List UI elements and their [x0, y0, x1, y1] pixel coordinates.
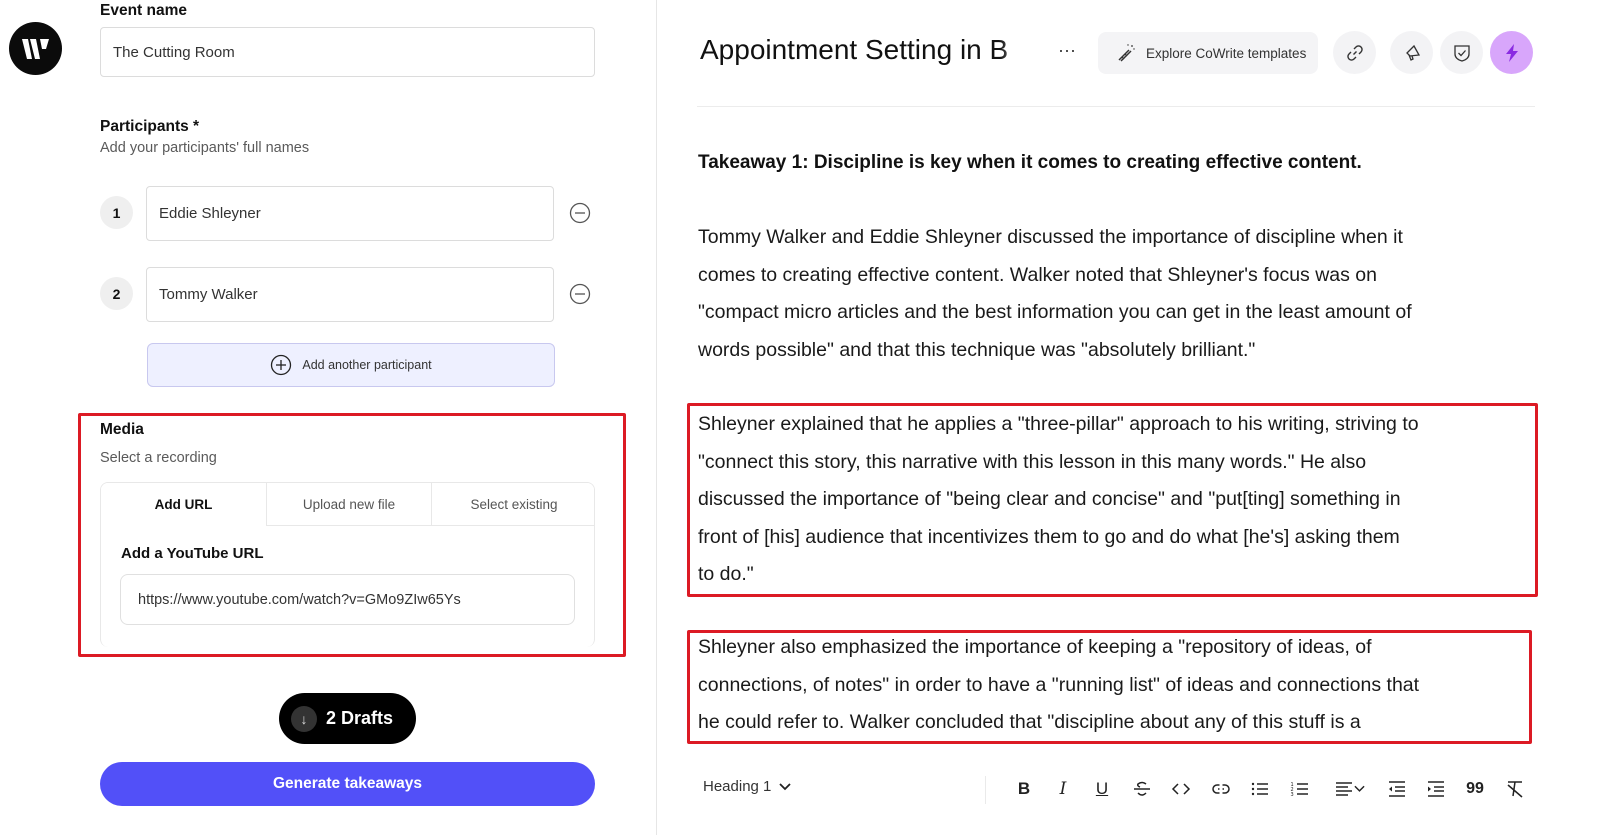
chevron-down-icon: [779, 782, 792, 790]
announce-button[interactable]: [1390, 31, 1433, 74]
link-icon: [1212, 784, 1230, 794]
code-icon: [1171, 783, 1191, 795]
lightning-bolt-icon: [1505, 43, 1518, 62]
event-name-input[interactable]: The Cutting Room: [100, 27, 595, 77]
blockquote-button[interactable]: 99: [1461, 776, 1489, 802]
arrow-down-icon: ↓: [291, 705, 317, 732]
underline-button[interactable]: U: [1088, 776, 1116, 802]
drafts-button[interactable]: ↓ 2 Drafts: [279, 693, 416, 744]
remove-participant-2-icon[interactable]: [569, 283, 591, 305]
paragraph-line: Tommy Walker and Eddie Shleyner discusse…: [698, 226, 1403, 248]
remove-participant-1-icon[interactable]: [569, 202, 591, 224]
chevron-down-icon: [1353, 785, 1365, 792]
event-form-panel: Event name The Cutting Room Participants…: [0, 0, 657, 835]
indent-icon: [1428, 781, 1444, 797]
numbered-list-button[interactable]: 1 2 3: [1286, 776, 1314, 802]
bullet-list-icon: [1251, 782, 1268, 796]
explore-templates-label: Explore CoWrite templates: [1146, 45, 1307, 61]
italic-button[interactable]: I: [1049, 776, 1077, 802]
svg-text:3: 3: [1291, 792, 1294, 798]
more-options-button[interactable]: ···: [1058, 40, 1076, 61]
outdent-button[interactable]: [1383, 776, 1411, 802]
numbered-list-icon: 1 2 3: [1291, 782, 1308, 798]
participant-name-input-2[interactable]: Tommy Walker: [146, 267, 554, 322]
paragraph-line: comes to creating effective content. Wal…: [698, 263, 1377, 286]
participants-label: Participants *: [100, 118, 200, 135]
bold-button[interactable]: B: [1010, 776, 1038, 802]
plagiarism-check-button[interactable]: [1440, 31, 1483, 74]
strikethrough-button[interactable]: [1128, 776, 1156, 802]
strikethrough-icon: [1134, 781, 1150, 796]
link-icon: [1346, 44, 1363, 61]
clear-format-icon: [1507, 781, 1523, 798]
block-type-value: Heading 1: [703, 778, 772, 795]
magic-wand-icon: [1118, 44, 1135, 62]
add-participant-button[interactable]: Add another participant: [147, 343, 555, 387]
link-button[interactable]: [1207, 776, 1235, 802]
participant-name-input-1[interactable]: Eddie Shleyner: [146, 186, 554, 241]
align-left-icon: [1335, 782, 1352, 796]
event-name-label: Event name: [100, 2, 188, 19]
bullet-list-button[interactable]: [1246, 776, 1274, 802]
code-button[interactable]: [1167, 776, 1195, 802]
participant-number-2: 2: [100, 277, 133, 310]
copy-link-button[interactable]: [1333, 31, 1376, 74]
paragraph-line: words possible" and that this technique …: [698, 338, 1256, 361]
generate-takeaways-button[interactable]: Generate takeaways: [100, 762, 595, 806]
indent-button[interactable]: [1422, 776, 1450, 802]
paragraph-3-highlight-box: [687, 630, 1532, 744]
text-align-select[interactable]: [1329, 776, 1369, 802]
outdent-icon: [1389, 781, 1405, 797]
add-participant-label: Add another participant: [302, 358, 432, 372]
document-title[interactable]: Appointment Setting in B: [700, 34, 1030, 66]
formatting-toolbar: Heading 1 B I U 1 2 3 99: [697, 770, 1542, 808]
clear-formatting-button[interactable]: [1501, 776, 1529, 802]
block-type-select[interactable]: Heading 1: [703, 778, 792, 795]
explore-templates-button[interactable]: Explore CoWrite templates: [1098, 32, 1318, 74]
title-separator: [697, 106, 1535, 107]
takeaway-heading[interactable]: Takeaway 1: Discipline is key when it co…: [698, 152, 1362, 174]
megaphone-icon: [1405, 44, 1420, 61]
drafts-label: 2 Drafts: [326, 708, 394, 728]
paragraph-line: "compact micro articles and the best inf…: [698, 301, 1412, 323]
plus-circle-icon: [271, 354, 292, 376]
shield-check-icon: [1453, 44, 1470, 62]
toolbar-divider: [985, 776, 986, 804]
paragraph-1[interactable]: Tommy Walker and Eddie Shleyner discusse…: [698, 219, 1412, 369]
participants-hint: Add your participants' full names: [100, 140, 310, 156]
paragraph-2-highlight-box: [687, 403, 1538, 597]
title-fade: [1000, 30, 1032, 74]
participant-number-1: 1: [100, 196, 133, 229]
ai-assist-button[interactable]: [1490, 31, 1533, 74]
media-highlight-box: [78, 413, 626, 657]
